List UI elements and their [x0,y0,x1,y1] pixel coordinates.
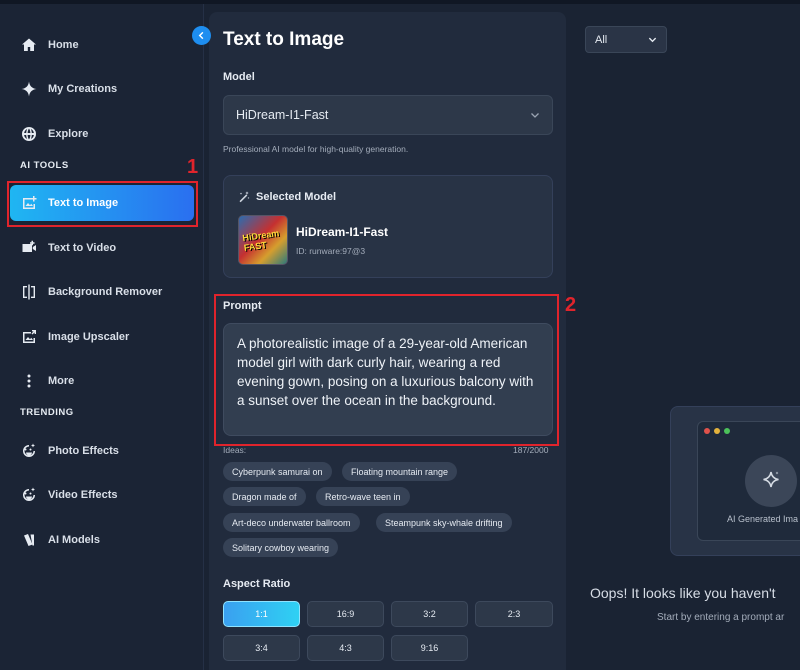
collapse-sidebar-button[interactable] [192,26,211,45]
idea-chip[interactable]: Floating mountain range [342,462,458,481]
sidebar-item-label: Photo Effects [48,445,119,457]
sidebar-item-background-remover[interactable]: Background Remover [10,274,194,310]
character-counter: 187/2000 [513,445,549,455]
idea-chip[interactable]: Steampunk sky-whale drifting [376,513,512,532]
image-upscale-icon [20,328,38,346]
sidebar-item-ai-models[interactable]: AI Models [10,522,194,558]
aspect-ratio-label: Aspect Ratio [223,578,291,590]
sidebar-item-home[interactable]: Home [10,27,194,63]
aspect-ratio-option[interactable]: 4:3 [307,635,384,661]
sidebar-item-label: Image Upscaler [48,331,130,343]
sidebar-item-more[interactable]: More [10,363,194,399]
empty-state-subtitle: Start by entering a prompt ar [657,612,785,623]
aspect-ratio-option[interactable]: 9:16 [391,635,468,661]
sidebar-item-label: Home [48,39,79,51]
sidebar-item-text-to-video[interactable]: Text to Video [10,230,194,266]
idea-chip[interactable]: Solitary cowboy wearing [223,538,339,557]
sidebar-item-label: Explore [48,128,89,140]
aspect-ratio-option[interactable]: 3:4 [223,635,300,661]
selected-model-name: HiDream-I1-Fast [296,225,389,239]
window-dot-red [704,428,710,434]
home-icon [20,36,38,54]
model-thumbnail-text: HiDream FAST [241,228,280,253]
filter-select[interactable]: All [585,26,667,53]
section-label-trending: TRENDING [20,407,74,418]
model-select-value: HiDream-I1-Fast [236,108,329,122]
ideas-label: Ideas: [223,445,247,455]
model-help-text: Professional AI model for high-quality g… [223,144,409,154]
sidebar-item-label: More [48,375,75,387]
aspect-ratio-option[interactable]: 16:9 [307,601,384,627]
annotation-box-2 [214,294,559,446]
filter-select-value: All [595,33,608,46]
ai-sparkle-icon [745,455,797,507]
section-label-ai-tools: AI TOOLS [20,160,69,171]
effects-icon [20,486,38,504]
sidebar-item-explore[interactable]: Explore [10,116,194,152]
annotation-callout-2: 2 [565,294,577,316]
sparkle-icon [20,80,38,98]
page-title: Text to Image [223,29,345,50]
aspect-ratio-option[interactable]: 2:3 [475,601,553,627]
model-label: Model [223,71,255,83]
chevron-down-icon [531,113,539,118]
annotation-callout-1: 1 [187,156,199,178]
window-dot-green [724,428,730,434]
sidebar-item-label: Video Effects [48,489,118,501]
video-plus-icon [20,239,38,257]
magic-wand-icon [239,191,250,203]
selected-model-id: ID: runware:97@3 [296,246,366,256]
sidebar-item-my-creations[interactable]: My Creations [10,71,194,107]
selected-model-header: Selected Model [238,191,336,203]
placeholder-caption: AI Generated Ima [727,514,799,524]
sidebar-item-photo-effects[interactable]: Photo Effects [10,433,194,469]
sidebar-item-label: My Creations [48,83,118,95]
sidebar-item-label: Background Remover [48,286,163,298]
aspect-ratio-option[interactable]: 1:1 [223,601,300,627]
sidebar-item-image-upscaler[interactable]: Image Upscaler [10,319,194,355]
model-select[interactable]: HiDream-I1-Fast [223,95,553,135]
sidebar-item-label: AI Models [48,534,100,546]
effects-icon [20,442,38,460]
chevron-down-icon [648,37,657,43]
window-dot-yellow [714,428,720,434]
idea-chip[interactable]: Cyberpunk samurai on [223,462,332,481]
globe-icon [20,125,38,143]
bg-remove-icon [20,283,38,301]
idea-chip[interactable]: Retro-wave teen in [316,487,410,506]
model-thumbnail: HiDream FAST [238,215,288,265]
idea-chip[interactable]: Art-deco underwater ballroom [223,513,360,532]
sidebar-item-video-effects[interactable]: Video Effects [10,477,194,513]
models-icon [20,531,38,549]
selected-model-header-label: Selected Model [256,191,337,203]
aspect-ratio-option[interactable]: 3:2 [391,601,468,627]
sidebar-item-label: Text to Video [48,242,117,254]
empty-state-title: Oops! It looks like you haven't [590,585,776,601]
more-vertical-icon [20,372,38,390]
annotation-box-1 [7,181,198,227]
chevron-left-icon [198,31,204,40]
idea-chip[interactable]: Dragon made of [223,487,306,506]
